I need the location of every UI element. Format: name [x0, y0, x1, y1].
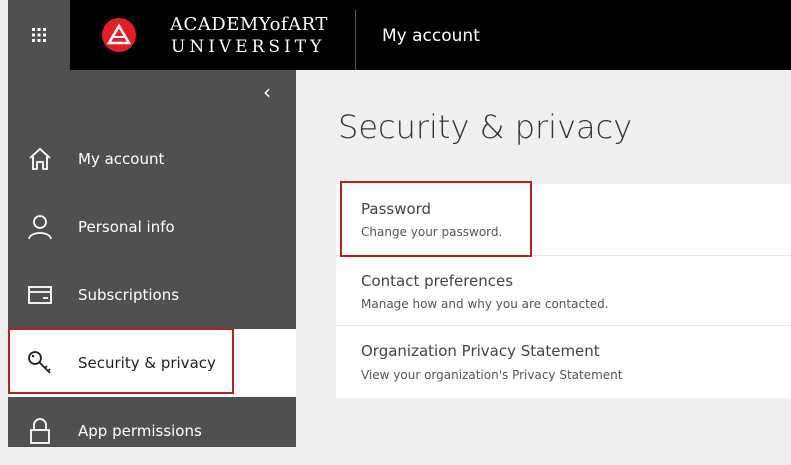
lock-icon: [30, 418, 50, 444]
app-title: My account: [382, 26, 480, 46]
main-content: Security & privacy Password Change your …: [296, 70, 791, 447]
section-title[interactable]: Organization Privacy Statement: [361, 342, 600, 360]
sidebar-item-label: Subscriptions: [78, 286, 180, 304]
privacy-statement-section[interactable]: Organization Privacy Statement View your…: [336, 326, 791, 398]
password-section[interactable]: Password Change your password.: [336, 184, 791, 256]
key-icon: [28, 351, 51, 374]
section-title[interactable]: Contact preferences: [361, 272, 513, 290]
logo-text-line1: ACADEMYofART: [170, 14, 328, 35]
app-launcher-icon[interactable]: [0, 0, 70, 70]
collapse-sidebar-icon[interactable]: ‹: [263, 80, 271, 104]
sidebar: ‹ My account Personal info Subscriptions…: [0, 70, 296, 447]
sidebar-item-app-permissions[interactable]: App permissions: [8, 397, 296, 465]
section-description: Manage how and why you are contacted.: [361, 297, 609, 311]
sidebar-item-personal-info[interactable]: Personal info: [8, 193, 296, 261]
sidebar-item-my-account[interactable]: My account: [8, 125, 296, 193]
logo-mark-icon: [102, 18, 136, 52]
sidebar-item-subscriptions[interactable]: Subscriptions: [8, 261, 296, 329]
header-divider: [355, 10, 356, 70]
page-title: Security & privacy: [338, 108, 633, 146]
sidebar-item-label: Personal info: [78, 218, 175, 236]
person-icon: [28, 215, 52, 240]
home-icon: [29, 147, 51, 170]
card-icon: [28, 286, 52, 304]
sidebar-item-label: App permissions: [78, 422, 202, 440]
top-bar: ACADEMYofART UNIVERSITY My account: [0, 0, 791, 70]
section-title[interactable]: Password: [361, 200, 431, 218]
section-description: View your organization's Privacy Stateme…: [361, 368, 623, 382]
sidebar-item-security-privacy[interactable]: Security & privacy: [8, 329, 296, 397]
sidebar-item-label: My account: [78, 150, 165, 168]
section-description: Change your password.: [361, 225, 503, 239]
contact-preferences-section[interactable]: Contact preferences Manage how and why y…: [336, 256, 791, 326]
university-logo[interactable]: ACADEMYofART UNIVERSITY: [70, 0, 350, 70]
logo-text-line2: UNIVERSITY: [171, 37, 326, 57]
sidebar-item-label: Security & privacy: [78, 354, 216, 372]
